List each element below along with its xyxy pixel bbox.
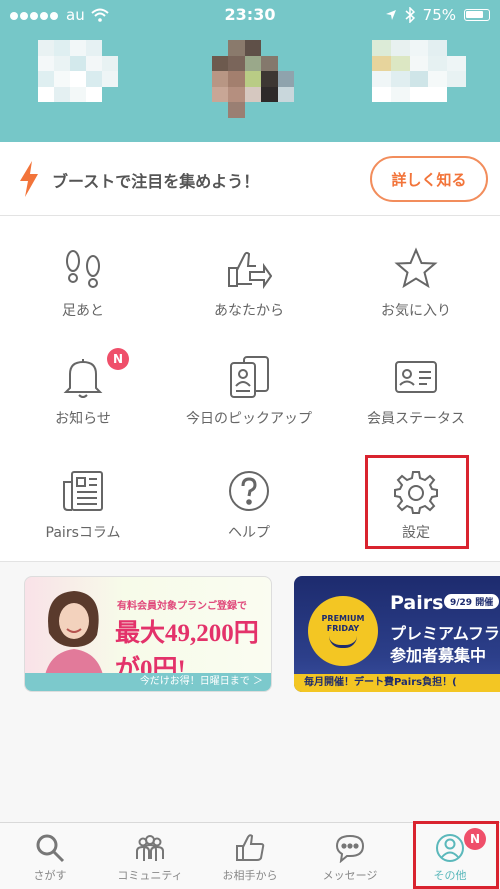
menu-label: 今日のピックアップ (186, 411, 312, 427)
thumbs-up-icon (236, 834, 265, 861)
battery-icon (464, 9, 490, 21)
menu-label: お知らせ (55, 411, 111, 427)
profile-thumbnail[interactable] (212, 40, 294, 118)
profile-thumbnail[interactable] (372, 40, 466, 118)
premium-brand: Pairs (390, 592, 444, 614)
menu-label: ヘルプ (228, 525, 270, 541)
banner-carousel[interactable]: 有料会員対象プランご登録で 最大49,200円が0円! 今だけお得！日曜日まで … (0, 562, 500, 707)
battery-percent: 75% (422, 6, 456, 24)
premium-footer: 毎月開催！デート費Pairs負担！( (294, 674, 500, 692)
campaign-banner[interactable]: 有料会員対象プランご登録で 最大49,200円が0円! 今だけお得！日曜日まで … (24, 576, 272, 692)
logo-top: PREMIUM (321, 614, 365, 623)
newspaper-icon (63, 471, 103, 511)
menu-item-favorites[interactable]: お気に入り (333, 216, 499, 328)
premium-line2: 参加者募集中 (390, 646, 487, 665)
premium-date-tag: 9/29 開催 (444, 594, 500, 609)
help-icon (229, 471, 269, 511)
menu-item-from-you[interactable]: あなたから (166, 216, 332, 328)
menu-label: 会員ステータス (367, 411, 465, 427)
boost-banner: ブーストで注目を集めよう！ 詳しく知る (0, 142, 500, 216)
tab-label: メッセージ (322, 869, 378, 882)
menu-item-help[interactable]: ヘルプ (166, 438, 332, 550)
menu-item-notifications[interactable]: お知らせ N (0, 324, 166, 436)
smile-icon (329, 636, 357, 648)
premium-line1: プレミアムフライ (390, 624, 500, 643)
status-right: 75% (385, 6, 490, 24)
location-icon (385, 10, 396, 20)
message-icon (335, 834, 365, 863)
tab-label: さがす (33, 869, 67, 882)
tab-messages[interactable]: メッセージ (300, 823, 400, 889)
learn-more-button[interactable]: 詳しく知る (370, 156, 488, 202)
menu-label: あなたから (214, 303, 284, 319)
menu-label: お気に入り (381, 303, 451, 319)
tab-search[interactable]: さがす (0, 823, 100, 889)
bluetooth-icon (405, 7, 415, 23)
id-card-icon (395, 361, 437, 393)
premium-friday-logo: PREMIUM FRIDAY (308, 596, 378, 666)
logo-bottom: FRIDAY (326, 624, 360, 633)
profile-header: au 23:30 75% (0, 0, 500, 142)
menu-label: Pairsコラム (45, 525, 121, 541)
footprints-icon (66, 250, 100, 288)
cards-icon (230, 356, 269, 398)
boost-text: ブーストで注目を集めよう！ (52, 172, 260, 191)
community-icon (136, 835, 164, 861)
premium-friday-banner[interactable]: PREMIUM FRIDAY Pairs 9/29 開催 プレミアムフライ 参加… (294, 576, 500, 692)
thumbs-up-arrow-icon (228, 251, 272, 290)
tab-label: コミュニティ (117, 869, 183, 882)
lightning-icon (20, 161, 38, 197)
bell-icon (63, 359, 103, 398)
menu-label: 足あと (62, 303, 104, 319)
tab-community[interactable]: コミュニティ (100, 823, 200, 889)
menu-item-footprints[interactable]: 足あと (0, 216, 166, 328)
menu-item-pairs-column[interactable]: Pairsコラム (0, 438, 166, 550)
profile-thumbnail[interactable] (38, 40, 118, 118)
tab-from-partner[interactable]: お相手から (200, 823, 300, 889)
campaign-line1: 有料会員対象プランご登録で (117, 601, 247, 612)
other-tab-highlight (413, 821, 499, 889)
search-icon (36, 834, 65, 863)
settings-highlight (365, 455, 469, 549)
star-icon (394, 247, 438, 289)
status-bar: au 23:30 75% (0, 0, 500, 30)
tab-label: お相手から (222, 869, 278, 882)
campaign-footer: 今だけお得！日曜日まで ＞ (25, 673, 271, 691)
notification-badge: N (107, 348, 129, 370)
menu-item-member-status[interactable]: 会員ステータス (333, 324, 499, 436)
menu-item-todays-pickup[interactable]: 今日のピックアップ (166, 324, 332, 436)
